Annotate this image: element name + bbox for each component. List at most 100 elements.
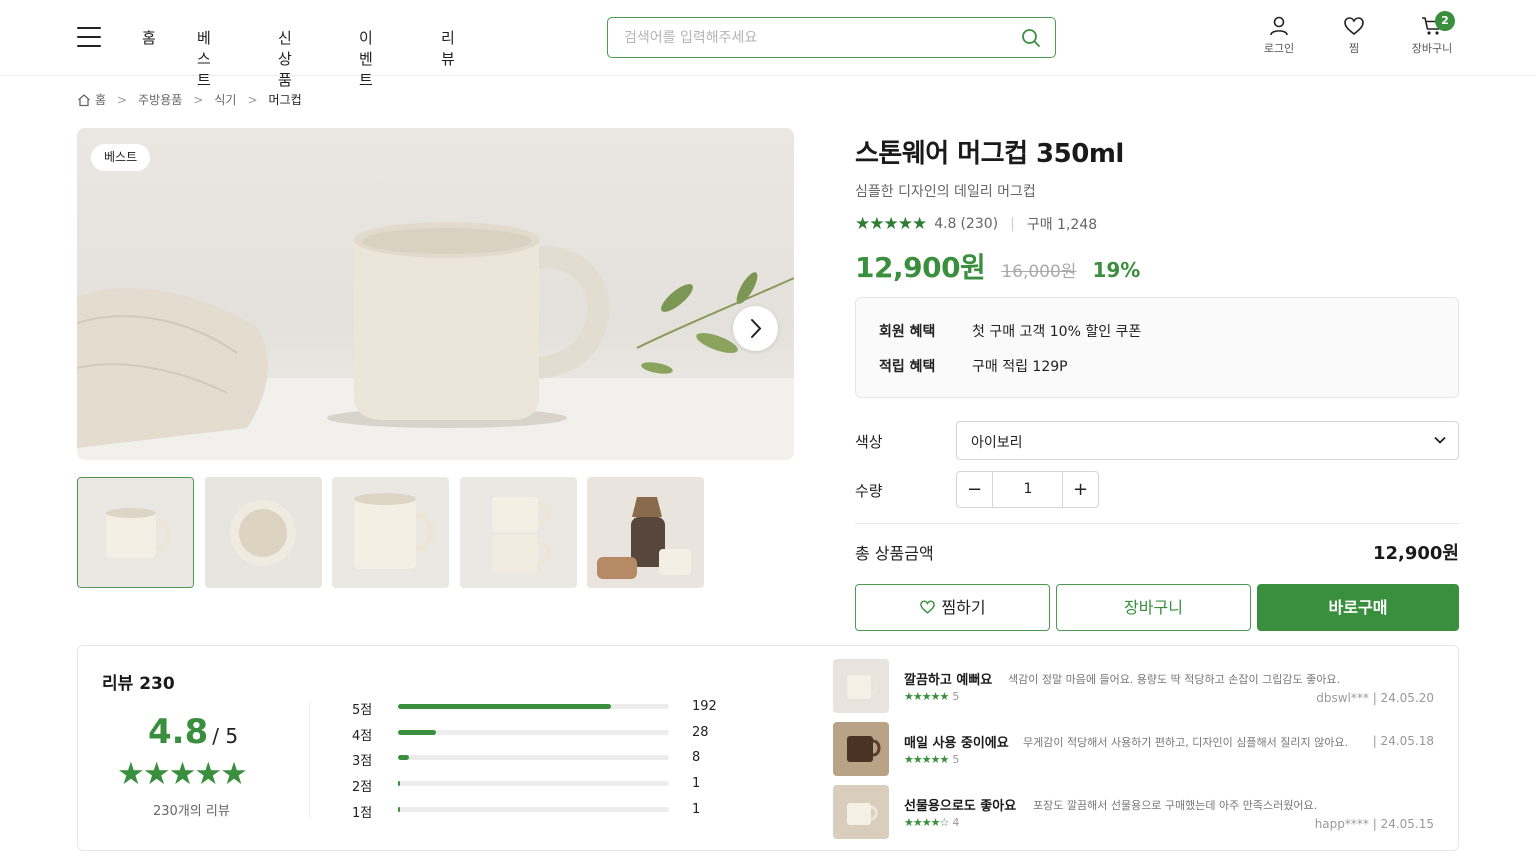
review-score: 5 [952,753,960,766]
nav-best[interactable]: 베스트 [197,27,211,90]
rating-stars: ★★★★★ [855,214,927,234]
thumbnail-1[interactable] [77,477,194,588]
original-price: 16,000원 [1001,262,1077,282]
buy-now-button[interactable]: 바로구매 [1257,584,1459,631]
divider [855,523,1459,524]
rating-bar-fill [398,704,611,709]
quantity-input[interactable]: 1 [993,472,1063,507]
rating-bar-count: 192 [692,699,717,714]
cart-label: 장바구니 [1411,42,1453,55]
rating-bar-label: 4점 [352,729,373,744]
rating-value: 4.8 [934,216,957,232]
home-icon[interactable] [77,93,91,107]
review-text: 포장도 깔끔해서 선물용으로 구매했는데 아주 만족스러웠어요. [1033,799,1318,812]
benefit-box: 회원 혜택 첫 구매 고객 10% 할인 쿠폰 적립 혜택 구매 적립 129P [855,297,1459,398]
rating-bar-label: 2점 [352,780,373,795]
quantity-increase-button[interactable]: + [1062,472,1098,507]
wishlist-button[interactable]: 찜 [1339,15,1369,56]
add-to-cart-button[interactable]: 장바구니 [1056,584,1251,631]
review-stars: ★★★★★ [117,756,248,792]
sale-price: 12,900원 [855,251,986,284]
breadcrumb-current: 머그컵 [268,93,302,107]
discount-rate: 19% [1092,258,1141,282]
search-icon[interactable] [1021,28,1041,48]
breadcrumb-home[interactable]: 홈 [95,91,106,108]
rating-bar-label: 5점 [352,703,373,718]
purchase-count: 구매 1,248 [1026,217,1098,233]
breadcrumb-kitchen[interactable]: 주방용품 [138,91,182,108]
review-stars: ★★★★★ 5 [904,690,959,703]
rating-bar-count: 1 [692,802,701,817]
rating-bar-fill [398,781,400,786]
nav-event[interactable]: 이벤트 [359,27,373,90]
rating-bar-row: 2점 1 [352,776,722,795]
review-score: 4 [952,816,960,829]
quantity-decrease-button[interactable]: − [957,472,993,507]
rating-bar-label: 3점 [352,754,373,769]
rating-count[interactable]: (230) [960,216,998,232]
cart-count-badge: 2 [1435,11,1455,31]
rating-bar-track [398,704,669,709]
quantity-label: 수량 [855,482,883,500]
review-text: 무게감이 적당해서 사용하기 편하고, 디자인이 심플해서 질리지 않아요. [1023,736,1348,749]
review-text: 색감이 정말 마음에 들어요. 용량도 딱 적당하고 손잡이 그립감도 좋아요. [1008,673,1340,686]
nav-new[interactable]: 신상품 [278,27,292,90]
total-price: 12,900원 [1372,543,1459,564]
rating-bar-track [398,807,669,812]
product-title: 스톤웨어 머그컵 350ml [855,139,1124,169]
nav-home[interactable]: 홈 [142,27,156,48]
review-title: 리뷰 230 [102,674,175,694]
best-badge: 베스트 [91,144,151,171]
wish-button[interactable]: 찜하기 [855,584,1050,631]
review-title: 선물용으로도 좋아요 [904,799,1017,814]
wishlist-label: 찜 [1348,42,1360,55]
review-score-value: 4.8 [148,712,209,752]
rating-bar-row: 3점 8 [352,750,722,769]
thumbnail-3[interactable] [332,477,449,588]
thumbnail-5[interactable] [587,477,704,588]
breadcrumb-tableware[interactable]: 식기 [214,91,236,108]
chevron-right-icon [751,319,762,338]
menu-icon[interactable] [77,27,101,47]
benefit-value-member: 첫 구매 고객 10% 할인 쿠폰 [972,324,1142,340]
chevron-down-icon [1434,436,1446,444]
color-label: 색상 [855,433,883,451]
review-item[interactable]: 선물용으로도 좋아요 포장도 깔끔해서 선물용으로 구매했는데 아주 만족스러웠… [833,785,1438,839]
review-summary: 리뷰 230 4.8/ 5 ★★★★★ 230개의 리뷰 5점 192 4점 28 3점… [77,645,1459,851]
divider: | [1010,216,1015,232]
review-count: 230개의 리뷰 [153,804,230,819]
benefit-value-points: 구매 적립 129P [972,359,1068,375]
review-item[interactable]: 매일 사용 중이에요 무게감이 적당해서 사용하기 편하고, 디자인이 심플해서… [833,722,1438,776]
thumbnail-2[interactable] [205,477,322,588]
rating-bar-track [398,781,669,786]
chevron-right-icon: > [117,92,128,107]
chevron-right-icon: > [247,92,258,107]
product-subtitle: 심플한 디자인의 데일리 머그컵 [855,184,1036,200]
nav-review[interactable]: 리뷰 [441,27,455,69]
color-select[interactable]: 아이보리 [956,421,1459,460]
thumbnail-4[interactable] [460,477,577,588]
rating-row: ★★★★★ 4.8 (230) | 구매 1,248 [855,214,1097,234]
color-selected-value: 아이보리 [971,435,1023,451]
benefit-label-member: 회원 혜택 [879,324,936,340]
review-thumbnail [833,785,889,839]
mug-image [77,222,794,460]
price-row: 12,900원 16,000원 19% [855,246,1140,286]
image-next-button[interactable] [733,306,778,351]
review-score-max: / 5 [212,724,239,748]
user-icon [1270,16,1288,36]
review-title: 매일 사용 중이에요 [904,736,1009,751]
rating-bar-fill [398,807,400,812]
rating-bar-count: 28 [692,725,709,740]
chevron-right-icon: > [193,92,204,107]
review-meta: happ**** | 24.05.15 [1314,817,1434,831]
login-button[interactable]: 로그인 [1259,15,1299,56]
product-main-image: 베스트 [77,128,794,460]
rating-bar-count: 1 [692,776,701,791]
search-box [607,17,1056,58]
rating-bar-fill [398,755,409,760]
quantity-stepper: − 1 + [956,471,1099,508]
search-input[interactable] [624,27,1004,49]
review-item[interactable]: 깔끔하고 예뻐요 색감이 정말 마음에 들어요. 용량도 딱 적당하고 손잡이 … [833,659,1438,713]
total-label: 총 상품금액 [855,544,934,563]
